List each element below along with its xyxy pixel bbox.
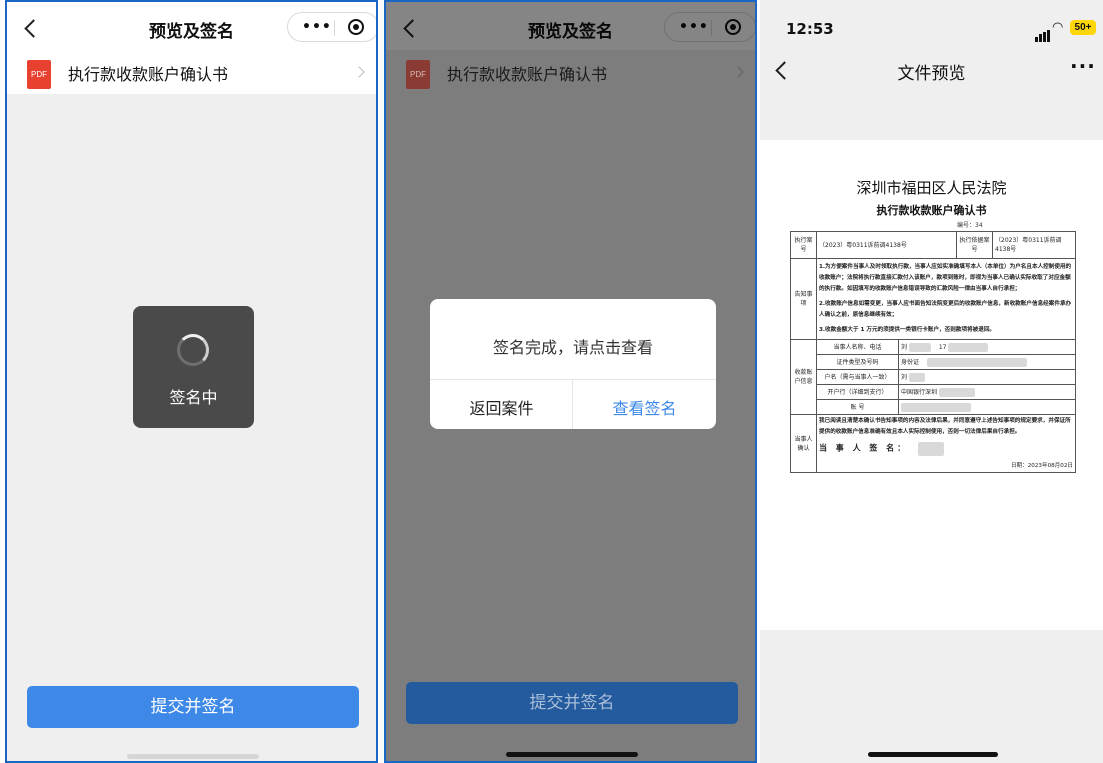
home-indicator xyxy=(506,752,638,757)
notice-item: 3.收款金额大于 1 万元的须提供一类银行卡账户，否则款项将被退回。 xyxy=(819,327,996,333)
basis-label: 执行依据案号 xyxy=(956,231,993,259)
signal-icon xyxy=(1035,23,1051,42)
pdf-file-icon: PDF xyxy=(406,60,430,89)
file-name: 执行款收款账户确认书 xyxy=(68,65,229,84)
document-date: 日期：2023年08月02日 xyxy=(1010,463,1073,469)
account-no-label: 账 号 xyxy=(816,399,899,415)
notice-text: 1.为方便案件当事人及时领取执行款，当事人应如实准确填写本人（本单位）为户名且本… xyxy=(816,258,1076,340)
battery-icon: 50+ xyxy=(1070,20,1096,35)
redacted-block xyxy=(908,342,931,352)
confirmation-form: 执行案号 （2023）粤0311诉前调4138号 执行依据案号 （2023）粤0… xyxy=(790,231,1076,473)
close-target-icon[interactable] xyxy=(348,19,364,35)
wifi-icon: ◠ xyxy=(1052,20,1064,35)
court-name: 深圳市福田区人民法院 xyxy=(856,179,1007,197)
id-type-label: 证件类型及号码 xyxy=(816,354,899,370)
confirm-cell: 我已阅读且清楚本确认书告知事项的内容及法律后果，并同意遵守上述告知事项的规定要求… xyxy=(816,414,1076,473)
mini-program-capsule: ••• xyxy=(287,12,376,42)
loading-toast: 签名中 xyxy=(133,306,254,428)
holder-label: 户名（需与当事人一致） xyxy=(816,369,899,385)
sign-complete-dialog: 签名完成，请点击查看 返回案件 查看签名 xyxy=(430,299,716,429)
more-dots-icon[interactable]: ••• xyxy=(302,20,332,34)
more-dots-icon[interactable]: ··· xyxy=(1070,54,1096,78)
view-signature-button[interactable]: 查看签名 xyxy=(573,395,716,419)
screen-sign-complete: 预览及签名 ••• PDF 执行款收款账户确认书 签名完成，请点击查看 返回案件… xyxy=(384,0,757,763)
nav-bar: 预览及签名 ••• xyxy=(7,2,376,50)
file-row[interactable]: PDF 执行款收款账户确认书 xyxy=(386,50,755,94)
loading-text: 签名中 xyxy=(169,388,218,407)
redacted-block xyxy=(926,357,1027,367)
party-phone: 17 xyxy=(938,343,947,351)
dialog-divider xyxy=(430,379,716,380)
redacted-block xyxy=(901,402,971,412)
back-to-case-button[interactable]: 返回案件 xyxy=(430,395,573,419)
case-number: （2023）粤0311诉前调4138号 xyxy=(816,231,957,259)
notice-item: 2.收款账户信息如需变更，当事人应书面告知法院变更后的收款账户信息，新收款账户信… xyxy=(819,301,1072,318)
case-label: 执行案号 xyxy=(790,231,817,259)
capsule-divider xyxy=(334,20,335,36)
file-row[interactable]: PDF 执行款收款账户确认书 xyxy=(7,50,376,94)
status-time: 12:53 xyxy=(786,20,834,38)
id-type: 身份证 xyxy=(901,358,920,366)
chevron-right-icon xyxy=(732,66,744,78)
screen-file-preview: 12:53 ◠ 50+ 文件预览 ··· 深圳市福田区人民法院 执行款收款账户确… xyxy=(760,0,1103,763)
submit-sign-button[interactable]: 提交并签名 xyxy=(27,686,359,728)
screen-signing: 预览及签名 ••• PDF 执行款收款账户确认书 签名中 提交并签名 xyxy=(5,0,378,763)
bank-name: 中国银行深圳 xyxy=(901,388,938,396)
home-indicator xyxy=(127,754,259,759)
party-name: 刘 xyxy=(901,343,908,351)
notice-item: 1.为方便案件当事人及时领取执行款，当事人应如实准确填写本人（本单位）为户名且本… xyxy=(819,264,1072,292)
redacted-block xyxy=(908,372,925,382)
bank-value: 中国银行深圳 xyxy=(898,384,1076,400)
page-title: 文件预览 xyxy=(897,64,966,84)
chevron-right-icon xyxy=(353,66,365,78)
document-title: 执行款收款账户确认书 xyxy=(876,204,987,217)
basis-number: （2023）粤0311诉前调4138号 xyxy=(992,231,1076,259)
document-preview: 深圳市福田区人民法院 执行款收款账户确认书 编号：34 执行案号 （2023）粤… xyxy=(760,140,1103,630)
notice-label: 告知事项 xyxy=(790,258,817,340)
spinner-icon xyxy=(177,334,209,366)
signature-image xyxy=(918,442,945,456)
party-name-label: 当事人名称、电话 xyxy=(816,339,899,355)
account-label: 收款账户信息 xyxy=(790,339,817,415)
submit-sign-button[interactable]: 提交并签名 xyxy=(406,682,738,724)
party-name-value: 刘 17 xyxy=(898,339,1076,355)
redacted-block xyxy=(948,342,989,352)
pdf-file-icon: PDF xyxy=(27,60,51,89)
bank-label: 开户行（详细到支行） xyxy=(816,384,899,400)
confirm-label: 当事人确认 xyxy=(790,414,817,473)
modal-overlay xyxy=(386,2,755,50)
signature-line: 当 事 人 签 名： xyxy=(819,442,1073,456)
home-indicator xyxy=(868,752,998,757)
holder-value: 刘 xyxy=(898,369,1076,385)
id-type-value: 身份证 xyxy=(898,354,1076,370)
holder-name: 刘 xyxy=(901,373,908,381)
confirm-text: 我已阅读且清楚本确认书告知事项的内容及法律后果，并同意遵守上述告知事项的规定要求… xyxy=(819,418,1071,435)
account-no-value xyxy=(898,399,1076,415)
file-name: 执行款收款账户确认书 xyxy=(447,65,608,84)
dialog-message: 签名完成，请点击查看 xyxy=(492,338,653,357)
redacted-block xyxy=(938,387,975,397)
document-number: 编号：34 xyxy=(957,222,983,229)
sign-label: 当 事 人 签 名： xyxy=(819,443,909,453)
